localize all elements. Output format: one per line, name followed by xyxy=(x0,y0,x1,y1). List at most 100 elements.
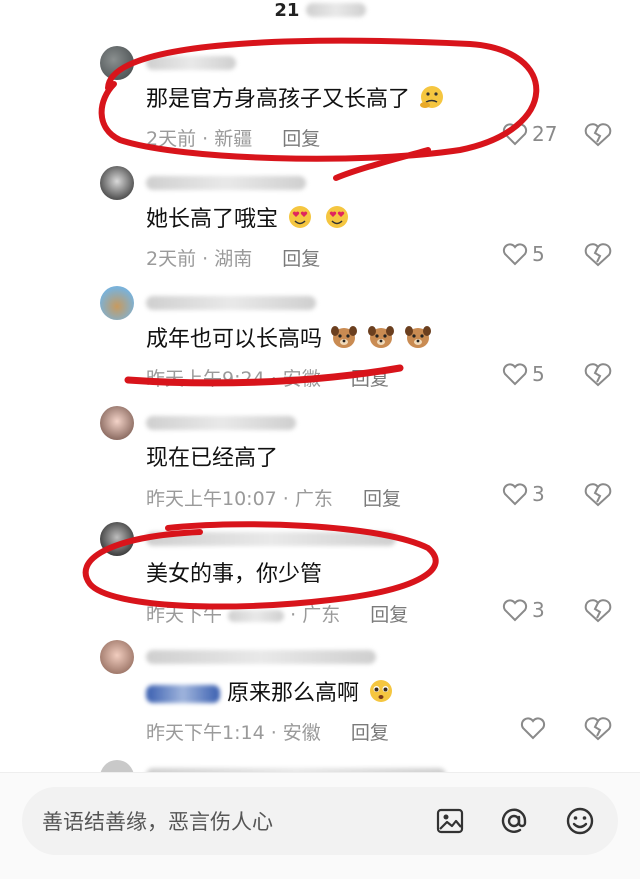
comment-input-bar xyxy=(0,772,640,879)
emoji-icon[interactable] xyxy=(564,805,596,837)
heart-icon xyxy=(502,363,528,386)
comment-meta: 昨天上午9:24 · 安徽 回复 xyxy=(146,368,389,390)
like-button[interactable] xyxy=(520,716,550,740)
broken-heart-icon[interactable] xyxy=(584,716,612,742)
comment-location: 湖南 xyxy=(214,248,253,270)
comment-meta: 昨天上午10:07 · 广东 回复 xyxy=(146,488,401,510)
avatar[interactable] xyxy=(100,522,134,556)
reply-button[interactable]: 回复 xyxy=(370,604,408,626)
like-count: 5 xyxy=(532,242,545,266)
comment-location: 广东 xyxy=(294,488,333,510)
broken-heart-icon[interactable] xyxy=(584,598,612,624)
comment-date: 2天前 xyxy=(146,128,197,150)
comment-content: 美女的事，你少管 xyxy=(146,562,323,587)
broken-heart-icon[interactable] xyxy=(584,122,612,148)
comment-meta: 昨天下午 · 广东 回复 xyxy=(146,604,409,626)
blurred-header-text xyxy=(305,3,366,17)
broken-heart-icon[interactable] xyxy=(584,362,612,388)
like-button[interactable]: 3 xyxy=(502,598,545,622)
broken-heart-icon[interactable] xyxy=(584,242,612,268)
blurred-username xyxy=(146,175,306,190)
comment-text: 现在已经高了 xyxy=(146,444,278,474)
like-count: 3 xyxy=(532,482,545,506)
dog-face-icon xyxy=(331,326,358,348)
comment-item: 她长高了哦宝 2天前 · 湖南 回复 5 xyxy=(0,160,640,280)
comments-header: 21 xyxy=(0,0,640,24)
like-count: 3 xyxy=(532,598,545,622)
username[interactable] xyxy=(146,52,236,71)
comment-date: 2天前 xyxy=(146,248,197,270)
username[interactable] xyxy=(146,292,316,311)
heart-icon xyxy=(520,717,546,740)
comment-input-box[interactable] xyxy=(22,787,618,855)
like-count: 5 xyxy=(532,362,545,386)
pleading-face-icon xyxy=(370,680,393,702)
dog-face-icon xyxy=(405,326,432,348)
comment-content: 现在已经高了 xyxy=(146,446,279,471)
comment-text: 美女的事，你少管 xyxy=(146,560,322,590)
like-count: 27 xyxy=(532,122,558,146)
heart-eyes-icon xyxy=(289,206,312,228)
comment-date: 昨天上午10:07 xyxy=(146,488,277,510)
username[interactable] xyxy=(146,412,296,431)
blurred-username xyxy=(146,415,296,430)
heart-icon xyxy=(502,599,528,622)
like-button[interactable]: 3 xyxy=(502,482,545,506)
avatar[interactable] xyxy=(100,286,134,320)
comment-meta: 昨天下午1:14 · 安徽 回复 xyxy=(146,722,389,744)
blurred-username xyxy=(146,649,376,664)
comment-meta: 2天前 · 新疆 回复 xyxy=(146,128,321,150)
username[interactable] xyxy=(146,528,396,547)
blurred-time xyxy=(228,609,285,622)
like-button[interactable]: 5 xyxy=(502,242,545,266)
comment-location: 广东 xyxy=(302,604,341,626)
like-button[interactable]: 27 xyxy=(502,122,557,146)
comment-date: 昨天下午 xyxy=(146,604,223,626)
blurred-username xyxy=(146,531,396,546)
reply-button[interactable]: 回复 xyxy=(282,248,320,270)
username[interactable] xyxy=(146,646,376,665)
comment-location: 新疆 xyxy=(214,128,253,150)
broken-heart-icon[interactable] xyxy=(584,482,612,508)
comment-text: 成年也可以长高吗 xyxy=(146,324,433,355)
comment-item: 原来那么高啊 昨天下午1:14 · 安徽 回复 xyxy=(0,634,640,754)
dog-face-icon xyxy=(368,326,395,348)
comment-item: 美女的事，你少管 昨天下午 · 广东 回复 3 xyxy=(0,516,640,636)
heart-icon xyxy=(502,243,528,266)
comment-item: 成年也可以长高吗 昨天上午9:24 · 安徽 回复 5 xyxy=(0,280,640,400)
comment-item: 那是官方身高孩子又长高了 2天前 · 新疆 回复 27 xyxy=(0,40,640,160)
avatar[interactable] xyxy=(100,46,134,80)
comment-content: 那是官方身高孩子又长高了 xyxy=(146,87,411,112)
blurred-username xyxy=(146,55,236,70)
reply-button[interactable]: 回复 xyxy=(351,368,389,390)
at-icon[interactable] xyxy=(498,805,530,837)
reply-button[interactable]: 回复 xyxy=(282,128,320,150)
heart-icon xyxy=(502,123,528,146)
blurred-username xyxy=(146,295,316,310)
blurred-mention xyxy=(146,685,220,703)
comment-text: 原来那么高啊 xyxy=(146,678,396,709)
username[interactable] xyxy=(146,172,306,191)
avatar[interactable] xyxy=(100,406,134,440)
reply-button[interactable]: 回复 xyxy=(363,488,401,510)
thinking-face-icon xyxy=(420,86,444,108)
reply-button[interactable]: 回复 xyxy=(351,722,389,744)
comment-meta: 2天前 · 湖南 回复 xyxy=(146,248,321,270)
avatar[interactable] xyxy=(100,166,134,200)
comment-location: 安徽 xyxy=(282,722,321,744)
heart-icon xyxy=(502,483,528,506)
comment-date: 昨天上午9:24 xyxy=(146,368,265,390)
image-icon[interactable] xyxy=(434,805,466,837)
comment-date: 昨天下午1:14 xyxy=(146,722,265,744)
avatar[interactable] xyxy=(100,640,134,674)
comment-text: 那是官方身高孩子又长高了 xyxy=(146,84,447,115)
comment-location: 安徽 xyxy=(282,368,321,390)
comment-input[interactable] xyxy=(40,805,424,839)
heart-eyes-icon xyxy=(326,206,349,228)
comment-content: 成年也可以长高吗 xyxy=(146,327,323,352)
comment-item-partial xyxy=(0,752,640,774)
comment-content: 原来那么高啊 xyxy=(227,681,360,706)
comment-item: 现在已经高了 昨天上午10:07 · 广东 回复 3 xyxy=(0,400,640,520)
like-button[interactable]: 5 xyxy=(502,362,545,386)
comment-content: 她长高了哦宝 xyxy=(146,207,279,232)
